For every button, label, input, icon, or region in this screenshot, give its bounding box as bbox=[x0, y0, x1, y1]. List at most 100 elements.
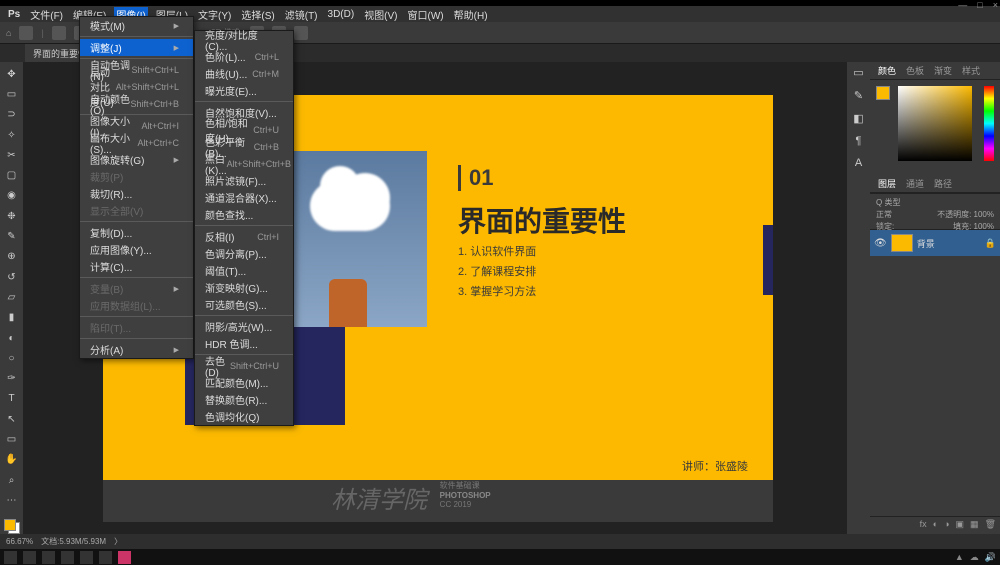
tab-gradient[interactable]: 渐变 bbox=[934, 64, 952, 77]
menu-item[interactable]: 裁切(R)... bbox=[80, 185, 193, 202]
more-icon[interactable]: ⋯ bbox=[3, 492, 20, 508]
menu-item[interactable]: 照片滤镜(F)... bbox=[195, 172, 293, 189]
type-tool-icon[interactable]: T bbox=[3, 391, 20, 407]
opt-icon[interactable] bbox=[52, 26, 66, 40]
menu-item[interactable]: 通道混合器(X)... bbox=[195, 189, 293, 206]
tab-swatches[interactable]: 色板 bbox=[906, 64, 924, 77]
adjustment-icon[interactable]: ◑ bbox=[944, 519, 949, 532]
menu-item[interactable]: 去色(D)Shift+Ctrl+U bbox=[195, 357, 293, 374]
menu-view[interactable]: 视图(V) bbox=[362, 7, 399, 22]
menu-window[interactable]: 窗口(W) bbox=[406, 7, 446, 22]
para-icon[interactable]: A bbox=[855, 157, 862, 169]
clone-icon[interactable]: ◧ bbox=[853, 112, 863, 125]
menu-item[interactable]: 阈值(T)... bbox=[195, 262, 293, 279]
pen-tool-icon[interactable]: ✑ bbox=[3, 370, 20, 386]
menu-item[interactable]: HDR 色调... bbox=[195, 335, 293, 352]
menu-filter[interactable]: 滤镜(T) bbox=[283, 7, 320, 22]
menu-item[interactable]: 反相(I)Ctrl+I bbox=[195, 228, 293, 245]
task-icon[interactable] bbox=[23, 551, 36, 564]
menu-item[interactable]: 黑白(K)...Alt+Shift+Ctrl+B bbox=[195, 155, 293, 172]
frame-tool-icon[interactable]: ▢ bbox=[3, 167, 20, 183]
menu-select[interactable]: 选择(S) bbox=[239, 7, 276, 22]
tab-color[interactable]: 颜色 bbox=[878, 64, 896, 77]
folder-icon[interactable]: ▣ bbox=[956, 519, 965, 532]
menu-item[interactable]: 调整(J) bbox=[80, 39, 193, 56]
trash-icon[interactable]: 🗑 bbox=[985, 519, 996, 532]
opt-icon[interactable] bbox=[294, 26, 308, 40]
visibility-icon[interactable]: 👁 bbox=[874, 238, 887, 249]
dodge-tool-icon[interactable]: ○ bbox=[3, 350, 20, 366]
stamp-tool-icon[interactable]: ⊕ bbox=[3, 249, 20, 265]
home-icon[interactable]: ⌂ bbox=[6, 28, 11, 38]
task-icon[interactable] bbox=[80, 551, 93, 564]
menu-item[interactable]: 图像旋转(G) bbox=[80, 151, 193, 168]
task-icon[interactable] bbox=[42, 551, 55, 564]
menu-item[interactable]: 阴影/高光(W)... bbox=[195, 318, 293, 335]
start-icon[interactable] bbox=[4, 551, 17, 564]
shape-tool-icon[interactable]: ▭ bbox=[3, 431, 20, 447]
hand-tool-icon[interactable]: ✋ bbox=[3, 452, 20, 468]
brush-panel-icon[interactable]: ✎ bbox=[854, 89, 863, 102]
menu-item[interactable]: 应用图像(Y)... bbox=[80, 241, 193, 258]
eyedropper-tool-icon[interactable]: ◉ bbox=[3, 188, 20, 204]
saturation-field[interactable] bbox=[898, 86, 972, 161]
history-icon[interactable]: ▭ bbox=[853, 66, 863, 79]
menu-item[interactable]: 可选颜色(S)... bbox=[195, 296, 293, 313]
tab-layers[interactable]: 图层 bbox=[878, 177, 896, 190]
fx-icon[interactable]: fx bbox=[920, 519, 927, 532]
tool-preset-icon[interactable] bbox=[19, 26, 33, 40]
menu-item[interactable]: 画布大小(S)...Alt+Ctrl+C bbox=[80, 134, 193, 151]
layer-thumbnail[interactable] bbox=[891, 234, 913, 252]
lasso-tool-icon[interactable]: ⊃ bbox=[3, 107, 20, 123]
menu-item[interactable]: 色调分离(P)... bbox=[195, 245, 293, 262]
menu-item[interactable]: 匹配颜色(M)... bbox=[195, 374, 293, 391]
gradient-tool-icon[interactable]: ▮ bbox=[3, 310, 20, 326]
mask-icon[interactable]: ◐ bbox=[933, 519, 938, 532]
history-brush-icon[interactable]: ↺ bbox=[3, 269, 20, 285]
wand-tool-icon[interactable]: ✧ bbox=[3, 127, 20, 143]
minimize-button[interactable]: — bbox=[958, 0, 967, 10]
tray-icon[interactable]: 🔊 bbox=[985, 552, 996, 563]
color-swatch[interactable] bbox=[4, 519, 20, 534]
marquee-tool-icon[interactable]: ▭ bbox=[3, 86, 20, 102]
menu-item[interactable]: 渐变映射(G)... bbox=[195, 279, 293, 296]
menu-item[interactable]: 色调均化(Q) bbox=[195, 408, 293, 425]
menu-item[interactable]: 分析(A) bbox=[80, 341, 193, 358]
tray-icon[interactable]: ☁ bbox=[970, 552, 979, 563]
menu-file[interactable]: 文件(F) bbox=[28, 7, 65, 22]
tab-channels[interactable]: 通道 bbox=[906, 177, 924, 190]
tray-icon[interactable]: ▲ bbox=[955, 552, 964, 562]
tab-styles[interactable]: 样式 bbox=[962, 64, 980, 77]
blur-tool-icon[interactable]: ◐ bbox=[3, 330, 20, 346]
task-icon[interactable] bbox=[118, 551, 131, 564]
menu-item[interactable]: 模式(M) bbox=[80, 17, 193, 34]
zoom-level[interactable]: 66.67% bbox=[6, 537, 33, 546]
zoom-tool-icon[interactable]: ⌕ bbox=[3, 472, 20, 488]
maximize-button[interactable]: □ bbox=[977, 0, 982, 10]
menu-item[interactable]: 曲线(U)...Ctrl+M bbox=[195, 65, 293, 82]
menu-item[interactable]: 自动颜色(O)Shift+Ctrl+B bbox=[80, 95, 193, 112]
path-tool-icon[interactable]: ↖ bbox=[3, 411, 20, 427]
menu-item[interactable]: 曝光度(E)... bbox=[195, 82, 293, 99]
menu-item[interactable]: 复制(D)... bbox=[80, 224, 193, 241]
menu-help[interactable]: 帮助(H) bbox=[452, 7, 490, 22]
layer-row[interactable]: 👁 背景 🔒 bbox=[870, 230, 1000, 256]
task-icon[interactable] bbox=[99, 551, 112, 564]
new-layer-icon[interactable]: ▦ bbox=[970, 519, 979, 532]
close-button[interactable]: × bbox=[993, 0, 998, 10]
layer-kind-select[interactable]: Q 类型 bbox=[876, 197, 994, 209]
crop-tool-icon[interactable]: ✂ bbox=[3, 147, 20, 163]
menu-item[interactable]: 颜色查找... bbox=[195, 206, 293, 223]
menu-3d[interactable]: 3D(D) bbox=[326, 9, 357, 20]
color-picker[interactable] bbox=[870, 80, 1000, 175]
eraser-tool-icon[interactable]: ▱ bbox=[3, 289, 20, 305]
menu-item[interactable]: 亮度/对比度(C)... bbox=[195, 31, 293, 48]
menu-item[interactable]: 色阶(L)...Ctrl+L bbox=[195, 48, 293, 65]
tab-paths[interactable]: 路径 bbox=[934, 177, 952, 190]
char-icon[interactable]: ¶ bbox=[856, 135, 862, 147]
hue-slider[interactable] bbox=[984, 86, 994, 161]
menu-item[interactable]: 计算(C)... bbox=[80, 258, 193, 275]
brush-tool-icon[interactable]: ✎ bbox=[3, 228, 20, 244]
heal-tool-icon[interactable]: ❉ bbox=[3, 208, 20, 224]
task-icon[interactable] bbox=[61, 551, 74, 564]
